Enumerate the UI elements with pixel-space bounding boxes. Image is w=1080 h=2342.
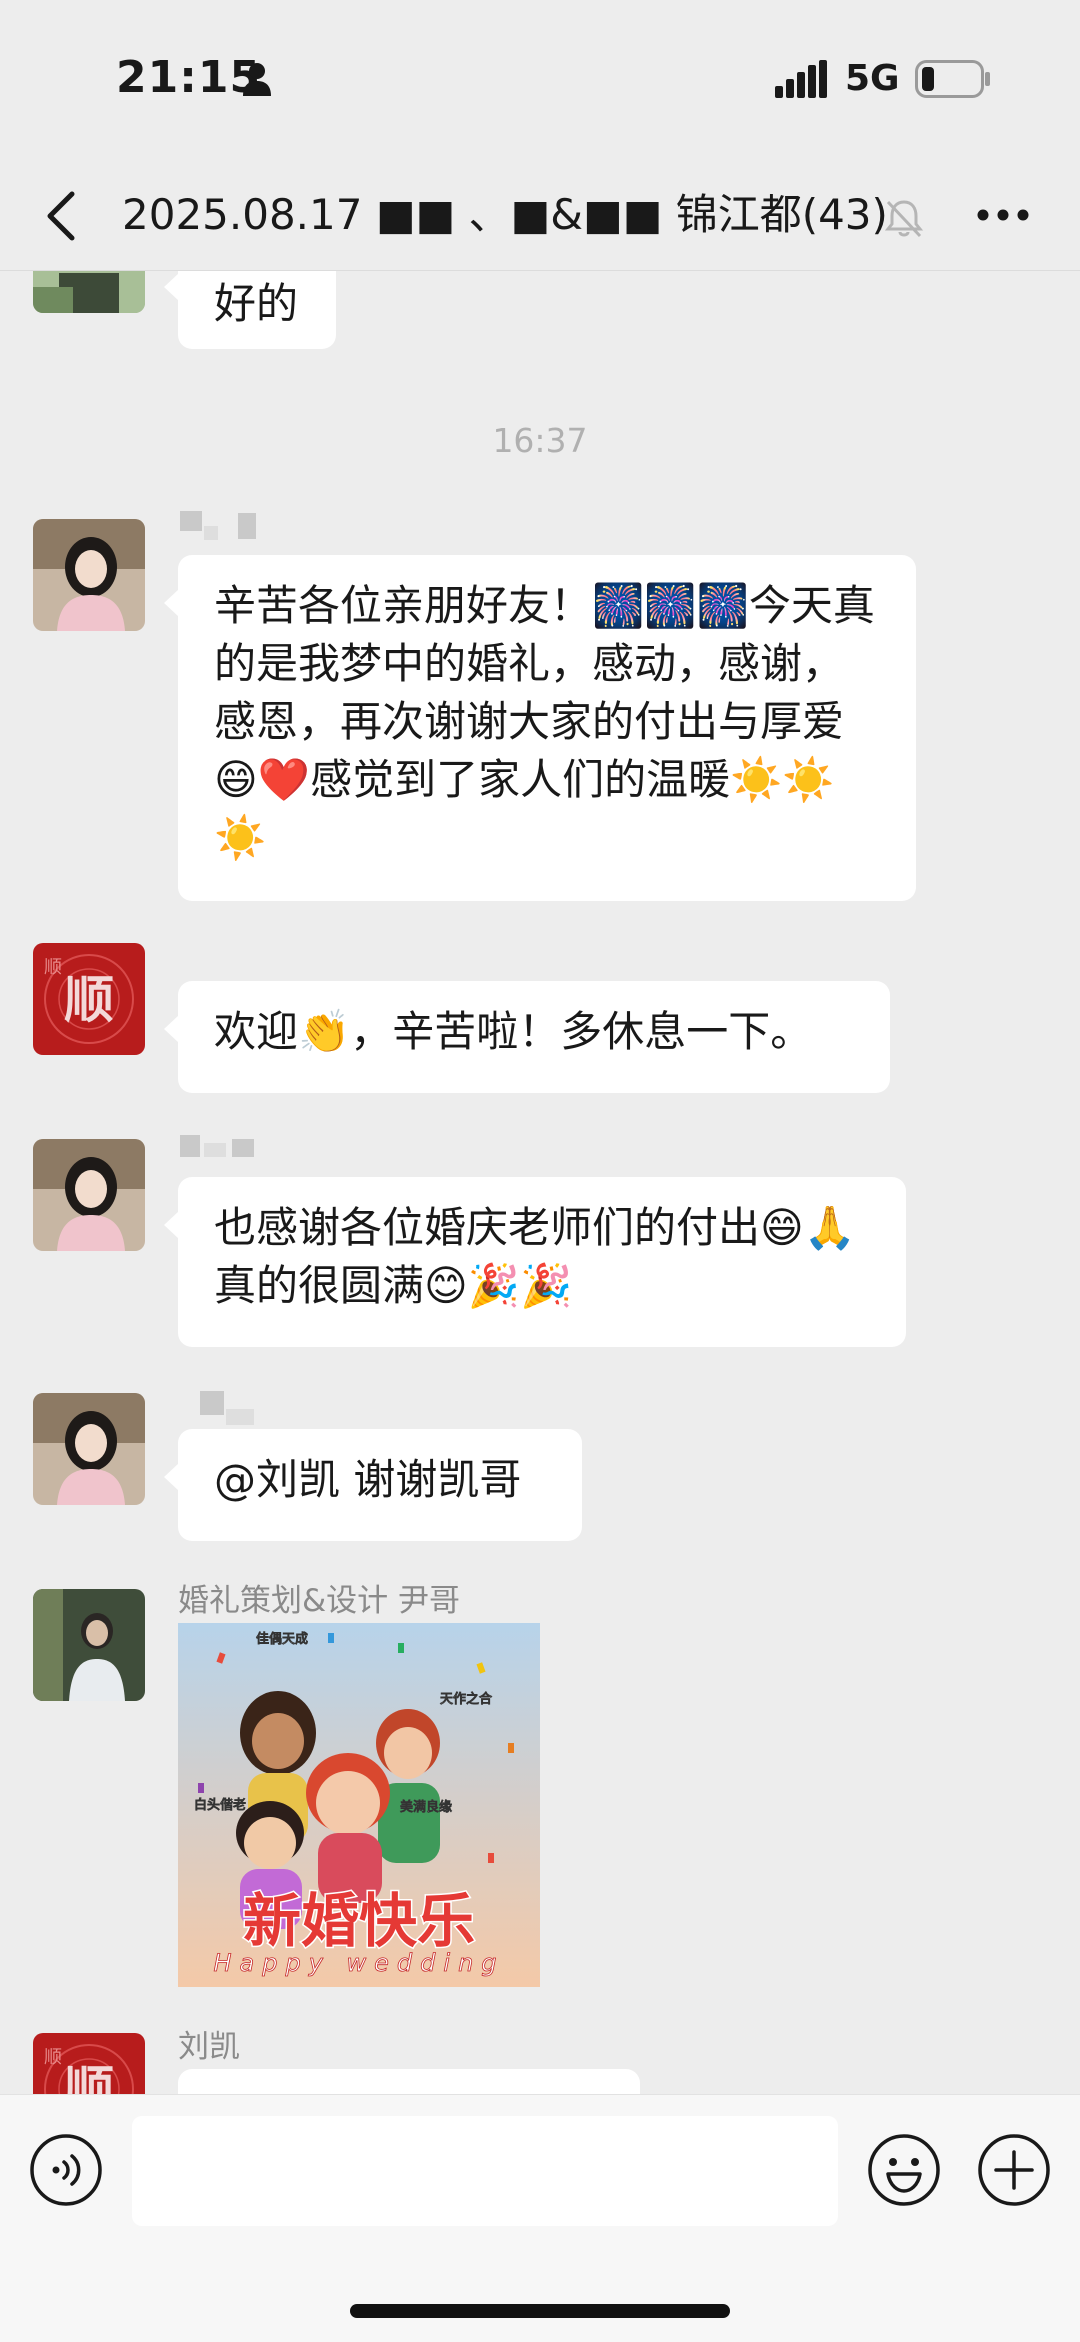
avatar-center-char: 顺: [64, 971, 114, 1029]
sender-name: 婚礼策划&设计 尹哥: [178, 1583, 461, 1619]
chat-area[interactable]: 好的 16:37 辛苦各位亲朋好友！🎆🎆🎆今天真的是我梦中的婚礼，感动，感谢，感…: [0, 271, 1080, 2094]
person-icon: [243, 63, 271, 96]
image-title: 新婚快乐: [243, 1887, 475, 1955]
nav-bar: 2025.08.17 ■■ 、■&■■ 锦江都(43): [0, 160, 1080, 271]
signal-icon: [775, 60, 827, 98]
avatar[interactable]: [33, 519, 145, 631]
avatar-photo-icon: [33, 1139, 145, 1251]
image-tag: 美满良缘: [400, 1799, 452, 1815]
emoji-icon[interactable]: [866, 2132, 942, 2208]
image-subtitle: Happy wedding: [213, 1949, 504, 1977]
status-bar: 21:15 5G: [0, 0, 1080, 160]
sender-name: 刘凯: [178, 2029, 240, 2065]
mute-icon: [884, 200, 924, 238]
message-text: 也感谢各位婚庆老师们的付出😄🙏真的很圆满😊🎉🎉: [214, 1203, 857, 1310]
message-input[interactable]: [132, 2116, 838, 2226]
redacted-sender-name: [226, 1409, 254, 1425]
message-text: @刘凯 谢谢凯哥: [214, 1455, 522, 1504]
avatar[interactable]: 顺 顺: [33, 943, 145, 1055]
avatar-corner-char: 顺: [44, 2047, 62, 2068]
avatar-photo-icon: [33, 519, 145, 631]
battery-icon: [915, 60, 990, 98]
avatar-photo-icon: [33, 271, 145, 313]
image-tag: 白头偕老: [194, 1797, 246, 1813]
message-bubble[interactable]: [178, 2069, 640, 2094]
image-message[interactable]: 佳偶天成 天作之合 白头偕老 美满良缘 新婚快乐 Happy wedding: [178, 1623, 540, 1987]
avatar-photo-icon: [33, 1589, 145, 1701]
redacted-sender-name: [200, 1391, 224, 1415]
avatar[interactable]: 顺 顺: [33, 2033, 145, 2094]
shun-avatar-icon: 顺 顺: [33, 943, 145, 1055]
avatar-photo-icon: [33, 1393, 145, 1505]
avatar[interactable]: [33, 1139, 145, 1251]
home-indicator[interactable]: [350, 2304, 730, 2318]
redacted-sender-name: [238, 513, 256, 539]
redacted-sender-name: [204, 526, 218, 540]
network-label: 5G: [845, 58, 900, 99]
shun-avatar-icon: 顺 顺: [33, 2033, 145, 2094]
avatar-corner-char: 顺: [44, 957, 62, 978]
message-bubble[interactable]: 也感谢各位婚庆老师们的付出😄🙏真的很圆满😊🎉🎉: [164, 1177, 906, 1347]
avatar[interactable]: [33, 271, 145, 313]
message-bubble[interactable]: @刘凯 谢谢凯哥: [164, 1429, 582, 1541]
redacted-sender-name: [180, 511, 202, 531]
message-text: 辛苦各位亲朋好友！🎆🎆🎆今天真的是我梦中的婚礼，感动，感谢，感恩，再次谢谢大家的…: [214, 581, 875, 862]
more-icon[interactable]: [975, 200, 1031, 230]
redacted-sender-name: [204, 1143, 226, 1157]
wedding-cartoon-image: 佳偶天成 天作之合 白头偕老 美满良缘 新婚快乐 Happy wedding: [178, 1623, 540, 1987]
image-tag: 天作之合: [440, 1691, 493, 1707]
avatar-center-char: 顺: [64, 2061, 114, 2094]
message-timestamp: 16:37: [492, 421, 588, 460]
status-time: 21:15: [116, 52, 262, 103]
message-bubble[interactable]: 辛苦各位亲朋好友！🎆🎆🎆今天真的是我梦中的婚礼，感动，感谢，感恩，再次谢谢大家的…: [164, 555, 916, 901]
image-tag: 佳偶天成: [256, 1631, 308, 1647]
chat-title: 2025.08.17 ■■ 、■&■■ 锦江都(43): [122, 190, 888, 239]
plus-icon[interactable]: [976, 2132, 1052, 2208]
redacted-sender-name: [232, 1139, 254, 1157]
back-icon[interactable]: [42, 190, 78, 242]
message-bubble[interactable]: 欢迎👏，辛苦啦！多休息一下。: [164, 981, 890, 1093]
avatar[interactable]: [33, 1393, 145, 1505]
avatar[interactable]: [33, 1589, 145, 1701]
voice-icon[interactable]: [28, 2132, 104, 2208]
message-text: 欢迎👏，辛苦啦！多休息一下。: [214, 1007, 813, 1056]
message-text: 好的: [214, 279, 299, 328]
redacted-sender-name: [180, 1135, 200, 1157]
message-bubble[interactable]: 好的: [164, 271, 336, 349]
